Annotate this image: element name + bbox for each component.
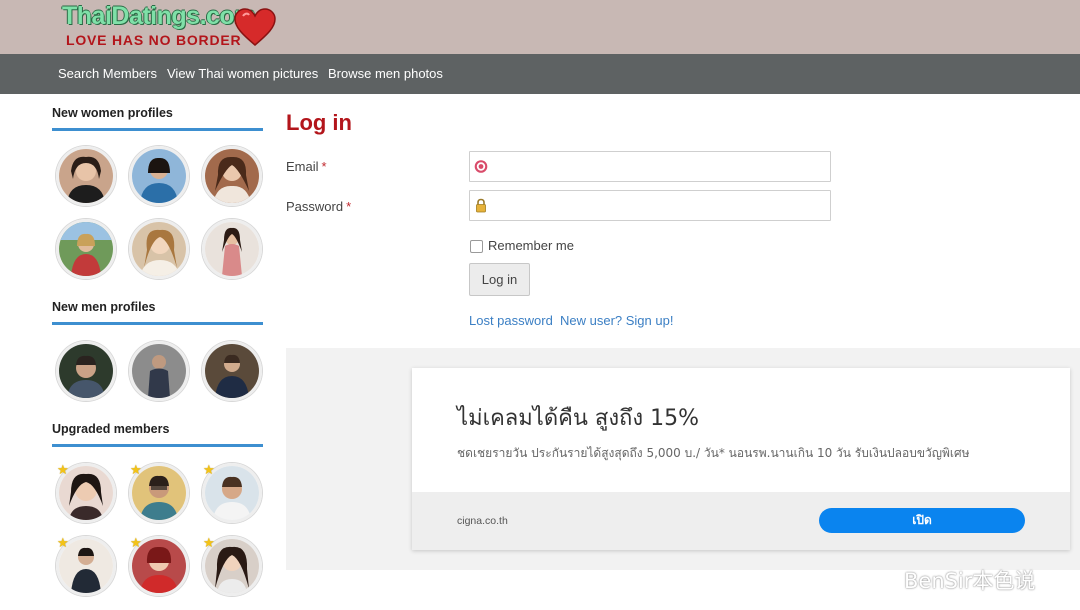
ad-domain: cigna.co.th xyxy=(457,515,508,527)
nav-browse-men-photos[interactable]: Browse men photos xyxy=(328,66,443,81)
email-input[interactable] xyxy=(492,152,826,183)
section-divider xyxy=(52,128,263,131)
upgraded-star-icon: ★ xyxy=(130,535,142,550)
avatar[interactable] xyxy=(202,341,262,401)
email-field[interactable] xyxy=(469,151,831,183)
ad-headline[interactable]: ไม่เคลมได้คืน สูงถึง 15% xyxy=(457,400,699,435)
password-input[interactable] xyxy=(492,191,826,222)
upgraded-star-icon: ★ xyxy=(57,462,69,477)
login-button[interactable]: Log in xyxy=(469,263,530,296)
remember-me-label[interactable]: Remember me xyxy=(488,238,574,253)
ad-open-button[interactable]: เปิด xyxy=(819,508,1025,533)
logo-title: ThaiDatings.com xyxy=(62,2,256,30)
password-label: Password * xyxy=(286,199,351,214)
page-title: Log in xyxy=(286,110,352,135)
password-label-text: Password xyxy=(286,199,344,214)
upgraded-star-icon: ★ xyxy=(203,535,215,550)
remember-me-checkbox[interactable] xyxy=(470,240,483,253)
upgraded-star-icon: ★ xyxy=(130,462,142,477)
men-section-title: New men profiles xyxy=(52,300,156,314)
ad-description: ชดเชยรายวัน ประกันรายได้สูงสุดถึง 5,000 … xyxy=(457,446,970,460)
section-divider xyxy=(52,444,263,447)
lost-password-link[interactable]: Lost password xyxy=(469,313,553,328)
required-mark: * xyxy=(321,159,327,174)
password-field[interactable] xyxy=(469,190,831,222)
email-label: Email * xyxy=(286,159,327,174)
signup-link[interactable]: New user? Sign up! xyxy=(560,313,673,328)
nav-thai-women-pictures[interactable]: View Thai women pictures xyxy=(167,66,318,81)
avatar[interactable] xyxy=(56,219,116,279)
avatar[interactable] xyxy=(202,219,262,279)
nav-search-members[interactable]: Search Members xyxy=(58,66,157,81)
logo-tagline: LOVE HAS NO BORDER xyxy=(66,32,242,48)
women-section-title: New women profiles xyxy=(52,106,173,120)
upgraded-star-icon: ★ xyxy=(203,462,215,477)
heart-icon xyxy=(234,8,276,46)
watermark: BenSir本色说 xyxy=(904,569,1036,593)
section-divider xyxy=(52,322,263,325)
avatar[interactable] xyxy=(56,146,116,206)
email-label-text: Email xyxy=(286,159,319,174)
avatar[interactable] xyxy=(129,219,189,279)
main-nav: Search Members View Thai women pictures … xyxy=(0,54,1080,94)
site-logo[interactable]: ThaiDatings.com LOVE HAS NO BORDER xyxy=(62,2,282,52)
lock-icon xyxy=(476,198,486,213)
site-header: ThaiDatings.com LOVE HAS NO BORDER xyxy=(0,0,1080,54)
required-mark: * xyxy=(346,199,352,214)
email-icon xyxy=(474,160,488,173)
upgraded-star-icon: ★ xyxy=(57,535,69,550)
avatar[interactable] xyxy=(202,146,262,206)
upgraded-section-title: Upgraded members xyxy=(52,422,170,436)
avatar[interactable] xyxy=(129,146,189,206)
avatar[interactable] xyxy=(129,341,189,401)
avatar[interactable] xyxy=(56,341,116,401)
